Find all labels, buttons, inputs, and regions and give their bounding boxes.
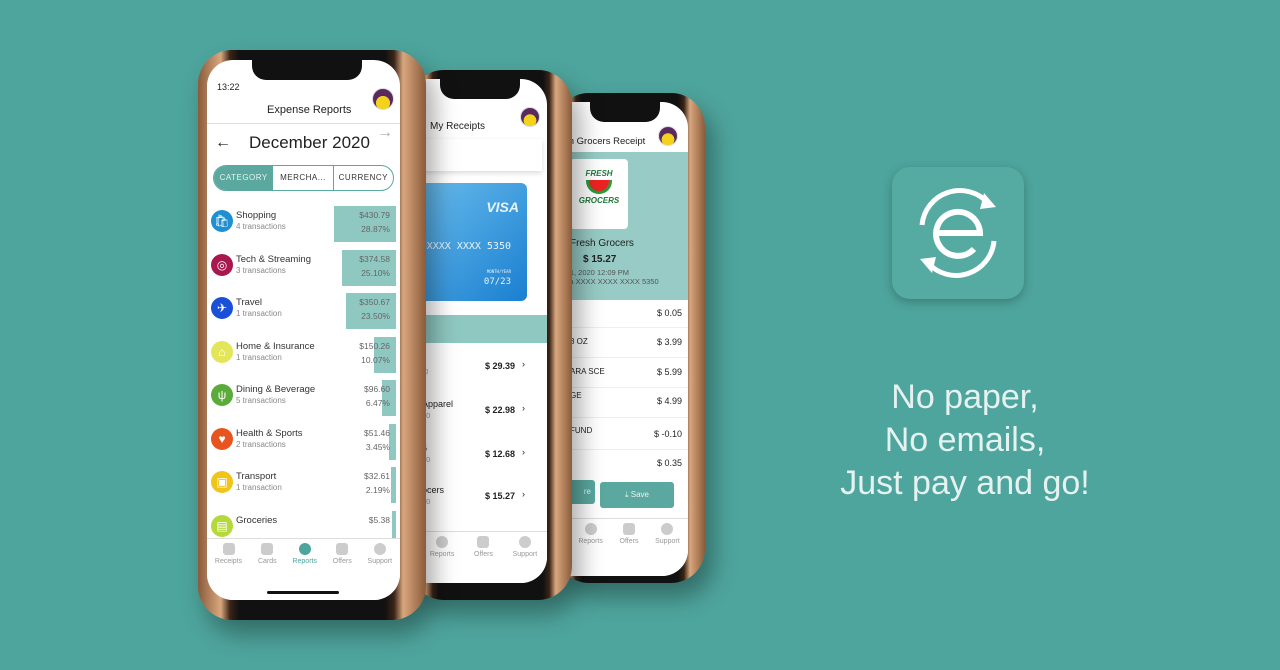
- category-transactions: 2 transactions: [236, 439, 286, 449]
- tab-support[interactable]: Support: [655, 519, 680, 576]
- category-amount: $374.58 25.10%: [359, 253, 390, 278]
- app-logo: [892, 167, 1024, 299]
- segment-currency[interactable]: CURRENCY: [334, 166, 393, 190]
- category-amount: $32.61 2.19%: [364, 471, 390, 495]
- segmented-control: CATEGORY MERCHA... CURRENCY: [213, 165, 394, 191]
- tab-support[interactable]: Support: [513, 532, 537, 583]
- category-transactions: 5 transactions: [236, 396, 286, 405]
- category-amount: $51.46 3.45%: [364, 427, 390, 452]
- receipt-total: $ 15.27: [583, 254, 617, 265]
- merchant-name: Fresh Grocers: [570, 238, 634, 249]
- tag-icon: [622, 523, 635, 535]
- category-name: Dining & Beverage: [236, 384, 316, 395]
- lifebuoy-icon: [661, 523, 674, 535]
- category-transactions: 4 transactions: [236, 222, 286, 231]
- tag-icon: [336, 543, 349, 555]
- category-amount: $430.79 28.87%: [359, 210, 390, 234]
- category-name: Home & Insurance: [236, 340, 315, 352]
- chevron-right-icon: ›: [522, 489, 525, 499]
- next-month-arrow[interactable]: →: [377, 124, 393, 142]
- category-amount: $5.38: [368, 514, 390, 525]
- avatar[interactable]: [520, 107, 540, 127]
- expense-reports-screen: 13:22 Expense Reports ← December 2020 → …: [207, 60, 400, 600]
- category-row[interactable]: ♥ Health & Sports 2 transactions $51.46 3…: [207, 423, 400, 466]
- pie-chart-icon: [436, 536, 449, 548]
- category-transactions: 1 transaction: [236, 352, 282, 362]
- card-icon: [261, 543, 274, 555]
- tab-reports[interactable]: Reports: [430, 532, 454, 583]
- visa-logo: VISA: [486, 199, 519, 215]
- avatar[interactable]: [372, 88, 394, 110]
- category-row[interactable]: ◎ Tech & Streaming 3 transactions $374.5…: [207, 249, 400, 292]
- tab-receipts[interactable]: Receipts: [215, 539, 242, 600]
- lifebuoy-icon: [373, 543, 386, 555]
- merchant-logo: FRESH GROCERS: [570, 159, 628, 229]
- screen-title: Expense Reports: [267, 104, 352, 116]
- status-time: 13:22: [217, 82, 240, 92]
- shopping-bag-icon: 🛍: [211, 210, 233, 232]
- segment-category[interactable]: CATEGORY: [214, 166, 274, 190]
- tag-icon: [477, 536, 490, 548]
- card-number: XXXX XXXX 5350: [426, 241, 511, 252]
- airplane-icon: ✈: [211, 297, 233, 319]
- receipt-date: c 1, 2020 12:09 PM: [564, 268, 630, 277]
- grocery-icon: ▤: [211, 514, 233, 537]
- category-name: Groceries: [236, 514, 278, 526]
- receipt-card: isa XXXX XXXX XXXX 5350: [564, 277, 659, 286]
- receipt-icon: [222, 543, 235, 555]
- card-expiry: 07/23: [483, 277, 511, 287]
- tab-offers[interactable]: Offers: [474, 532, 493, 583]
- category-transactions: 3 transactions: [236, 265, 286, 275]
- category-row[interactable]: ▣ Transport 1 transaction $32.61 2.19%: [207, 467, 400, 509]
- chevron-right-icon: ›: [522, 447, 525, 457]
- previous-month-arrow[interactable]: ←: [215, 134, 231, 152]
- taxi-icon: ▣: [211, 471, 233, 493]
- tab-reports[interactable]: Reports: [578, 519, 603, 576]
- category-name: Transport: [236, 471, 277, 482]
- tagline-line-1: No paper,: [891, 378, 1039, 416]
- save-button[interactable]: ⤓ Save: [600, 482, 674, 508]
- tech-icon: ◎: [211, 253, 233, 276]
- category-row[interactable]: ⌂ Home & Insurance 1 transaction $150.26…: [207, 336, 400, 379]
- segment-merchant[interactable]: MERCHA...: [273, 166, 334, 190]
- category-row[interactable]: ✈ Travel 1 transaction $350.67 23.50%: [207, 293, 400, 335]
- chevron-right-icon: ›: [522, 359, 525, 369]
- category-name: Health & Sports: [236, 427, 303, 439]
- category-amount: $96.60 6.47%: [364, 384, 390, 408]
- home-icon: ⌂: [211, 340, 233, 363]
- category-share-bar: [391, 467, 396, 503]
- category-name: Tech & Streaming: [236, 253, 311, 265]
- dining-icon: ψ: [211, 384, 233, 406]
- lifebuoy-icon: [518, 536, 531, 548]
- pie-chart-icon: [584, 523, 597, 535]
- tab-offers[interactable]: Offers: [620, 519, 638, 576]
- pie-chart-icon: [298, 543, 311, 555]
- tagline-line-3: Just pay and go!: [840, 464, 1090, 502]
- category-amount: $350.67 23.50%: [359, 297, 390, 321]
- category-transactions: 1 transaction: [236, 309, 282, 318]
- month-title: December 2020: [249, 133, 370, 152]
- category-name: Shopping: [236, 210, 277, 221]
- screen-title: My Receipts: [430, 121, 486, 132]
- e-circular-arrows-icon: [919, 188, 997, 278]
- category-row[interactable]: ψ Dining & Beverage 5 transactions $96.6…: [207, 380, 400, 422]
- category-amount: $150.26 10.07%: [359, 340, 390, 365]
- chevron-right-icon: ›: [522, 403, 525, 413]
- category-name: Travel: [236, 297, 263, 308]
- tagline-line-2: No emails,: [884, 421, 1046, 459]
- heart-icon: ♥: [211, 427, 233, 450]
- screen-title: sh Grocers Receipt: [564, 136, 646, 147]
- avatar[interactable]: [658, 126, 678, 146]
- category-row[interactable]: 🛍 Shopping 4 transactions $430.79 28.87%: [207, 206, 400, 248]
- tab-support[interactable]: Support: [368, 539, 392, 600]
- category-transactions: 1 transaction: [236, 483, 282, 492]
